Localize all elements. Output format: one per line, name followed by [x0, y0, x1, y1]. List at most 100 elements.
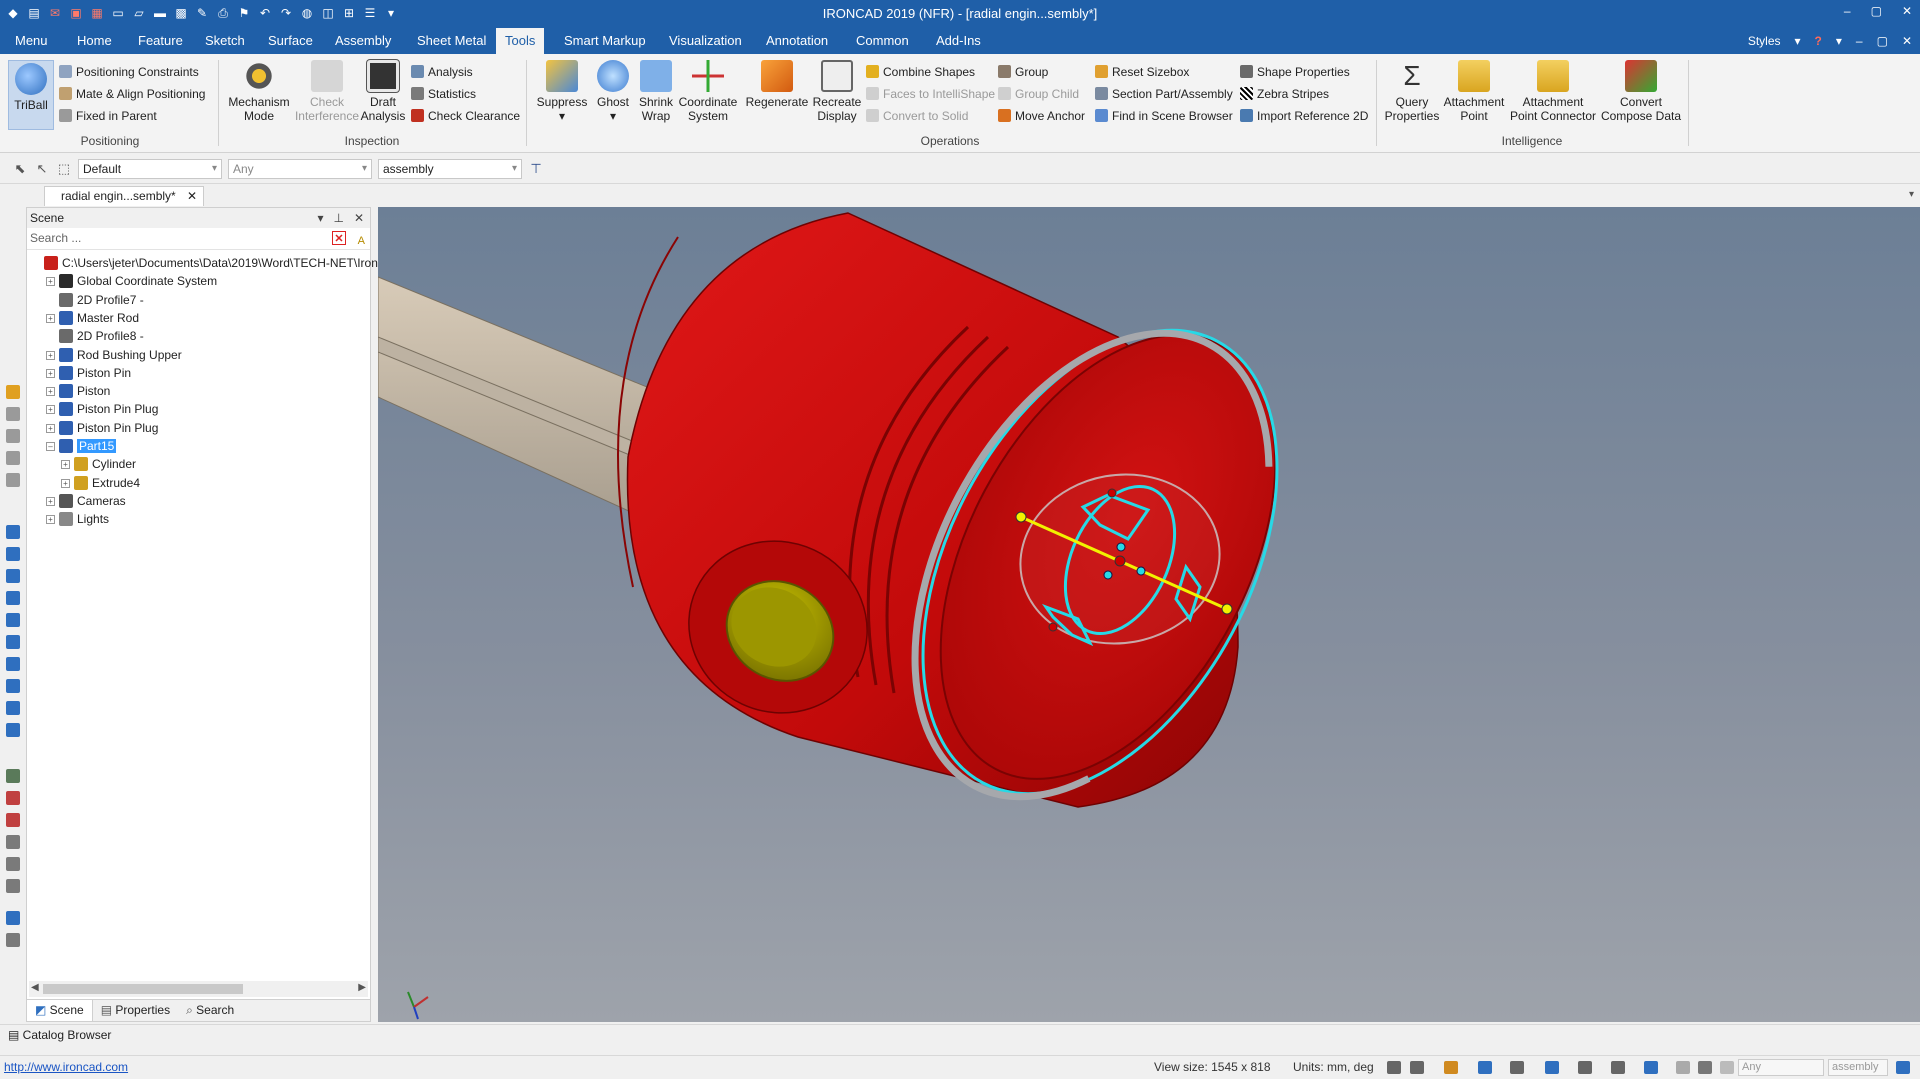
- tree-item[interactable]: – Part15: [46, 437, 117, 455]
- tree-item[interactable]: + Piston Pin Plug: [46, 400, 158, 418]
- view-cube-icon[interactable]: [6, 569, 20, 583]
- select-tool-icon[interactable]: [1698, 1061, 1712, 1074]
- tab-visualization[interactable]: Visualization: [660, 28, 751, 54]
- view-cube-icon[interactable]: [6, 613, 20, 627]
- pointer-icon[interactable]: ↖: [34, 161, 50, 177]
- view-cube-icon[interactable]: [6, 679, 20, 693]
- section-view-icon[interactable]: [1644, 1061, 1658, 1074]
- minimize-button[interactable]: –: [1844, 4, 1851, 18]
- tab-annotation[interactable]: Annotation: [757, 28, 837, 54]
- convert-to-solid-button[interactable]: Convert to Solid: [866, 108, 968, 124]
- shading-icon[interactable]: [1545, 1061, 1559, 1074]
- close-tab-icon[interactable]: ✕: [187, 187, 197, 205]
- tool-strip-icon[interactable]: [6, 473, 20, 487]
- tab-surface[interactable]: Surface: [259, 28, 322, 54]
- view-cube-icon[interactable]: [6, 635, 20, 649]
- tree-item[interactable]: + Piston: [46, 382, 110, 400]
- orbit-icon[interactable]: [6, 857, 20, 871]
- tree-item[interactable]: 2D Profile7 -: [46, 291, 144, 309]
- tree-expander-icon[interactable]: +: [46, 368, 55, 378]
- view-cube-icon[interactable]: [6, 547, 20, 561]
- close-panel-icon[interactable]: ✕: [354, 208, 364, 228]
- check-clearance-button[interactable]: Check Clearance: [411, 108, 520, 124]
- tool-strip-icon[interactable]: [6, 451, 20, 465]
- close-button[interactable]: ✕: [1902, 4, 1912, 18]
- scrollbar-thumb[interactable]: [43, 984, 243, 994]
- render-mode-icon[interactable]: [1444, 1061, 1458, 1074]
- control-point[interactable]: [1103, 570, 1113, 580]
- tab-search[interactable]: ⌕ Search: [178, 1000, 242, 1021]
- display-icon[interactable]: [1611, 1061, 1625, 1074]
- tree-expander-icon[interactable]: +: [46, 515, 55, 525]
- sketch-tool-icon[interactable]: [6, 911, 20, 925]
- control-point[interactable]: [1107, 488, 1117, 498]
- units-readout[interactable]: Units: mm, deg: [1293, 1056, 1374, 1078]
- triball-button[interactable]: TriBall: [8, 60, 54, 130]
- ghost-button[interactable]: Ghost ▾: [592, 60, 634, 123]
- style-combo[interactable]: Default: [78, 159, 222, 179]
- tree-item[interactable]: + Piston Pin: [46, 364, 131, 382]
- tab-assembly[interactable]: Assembly: [326, 28, 400, 54]
- section-part-button[interactable]: Section Part/Assembly: [1095, 86, 1233, 102]
- tree-item[interactable]: + Cameras: [46, 492, 126, 510]
- catalog-browser-bar[interactable]: ▤ Catalog Browser: [0, 1024, 1920, 1046]
- tree-expander-icon[interactable]: +: [46, 496, 55, 506]
- pointer-tool-icon[interactable]: [1720, 1061, 1734, 1074]
- lighting-icon[interactable]: [1578, 1061, 1592, 1074]
- document-tab[interactable]: radial engin...sembly* ✕: [44, 186, 204, 206]
- combine-shapes-button[interactable]: Combine Shapes: [866, 64, 975, 80]
- tab-tools[interactable]: Tools: [496, 28, 545, 54]
- tab-sheet-metal[interactable]: Sheet Metal: [408, 28, 495, 54]
- shrink-wrap-button[interactable]: Shrink Wrap: [634, 60, 678, 123]
- camera-view-icon[interactable]: [6, 813, 20, 827]
- tab-home[interactable]: Home: [68, 28, 121, 54]
- piston-model-render[interactable]: [378, 207, 1920, 1022]
- ribbon-restore-icon[interactable]: ▾: [1836, 28, 1842, 54]
- suppress-button[interactable]: Suppress ▾: [534, 60, 590, 123]
- view-cube-icon[interactable]: [6, 657, 20, 671]
- attachment-point-button[interactable]: Attachment Point: [1442, 60, 1506, 123]
- pin-icon[interactable]: ⊥: [333, 208, 343, 228]
- tree-item[interactable]: + Rod Bushing Upper: [46, 346, 182, 364]
- tree-expander-icon[interactable]: +: [46, 423, 55, 433]
- doc-close-button[interactable]: ✕: [1902, 28, 1912, 54]
- tree-expander-icon[interactable]: +: [46, 313, 55, 323]
- tree-expander-icon[interactable]: +: [46, 277, 55, 287]
- doc-restore-button[interactable]: ▢: [1877, 28, 1888, 54]
- camera-view-icon[interactable]: [6, 791, 20, 805]
- horizontal-scrollbar[interactable]: ◀ ▶: [29, 981, 368, 997]
- level-combo[interactable]: assembly: [378, 159, 522, 179]
- tree-item[interactable]: + Lights: [46, 510, 109, 528]
- group-child-button[interactable]: Group Child: [998, 86, 1079, 102]
- tool-strip-icon[interactable]: [6, 385, 20, 399]
- ruler-icon[interactable]: [6, 933, 20, 947]
- regenerate-button[interactable]: Regenerate: [742, 60, 812, 109]
- tab-properties[interactable]: ▤ Properties: [93, 1000, 178, 1021]
- analysis-button[interactable]: Analysis: [411, 64, 473, 80]
- angle-icon[interactable]: [6, 835, 20, 849]
- select-filter-icon[interactable]: ⬚: [56, 161, 72, 177]
- select-icon[interactable]: ⬉: [12, 161, 28, 177]
- clear-search-icon[interactable]: ✕: [332, 231, 346, 245]
- panel-menu-icon[interactable]: ▾: [317, 208, 323, 228]
- view-cube-icon[interactable]: [6, 701, 20, 715]
- tree-item[interactable]: + Cylinder: [61, 455, 136, 473]
- search-options-icon[interactable]: A: [358, 231, 365, 251]
- control-point[interactable]: [1048, 622, 1058, 632]
- mate-align-button[interactable]: Mate & Align Positioning: [59, 86, 205, 102]
- 3d-viewport[interactable]: [378, 207, 1920, 1022]
- styles-dropdown[interactable]: Styles: [1748, 28, 1781, 54]
- tool-strip-icon[interactable]: [6, 407, 20, 421]
- shape-properties-button[interactable]: Shape Properties: [1240, 64, 1350, 80]
- tree-item[interactable]: + Piston Pin Plug: [46, 419, 158, 437]
- tab-feature[interactable]: Feature: [129, 28, 192, 54]
- scene-search-input[interactable]: Search ...: [30, 231, 81, 245]
- tree-expander-icon[interactable]: +: [61, 478, 70, 488]
- control-point[interactable]: [1116, 542, 1126, 552]
- tree-expander-icon[interactable]: +: [46, 350, 55, 360]
- ironcad-website-link[interactable]: http://www.ironcad.com: [4, 1056, 128, 1078]
- tab-list-icon[interactable]: ▾: [1909, 189, 1914, 200]
- doc-minimize-button[interactable]: –: [1856, 28, 1863, 54]
- disabled-tool-icon[interactable]: [1676, 1061, 1690, 1074]
- control-point[interactable]: [1136, 566, 1146, 576]
